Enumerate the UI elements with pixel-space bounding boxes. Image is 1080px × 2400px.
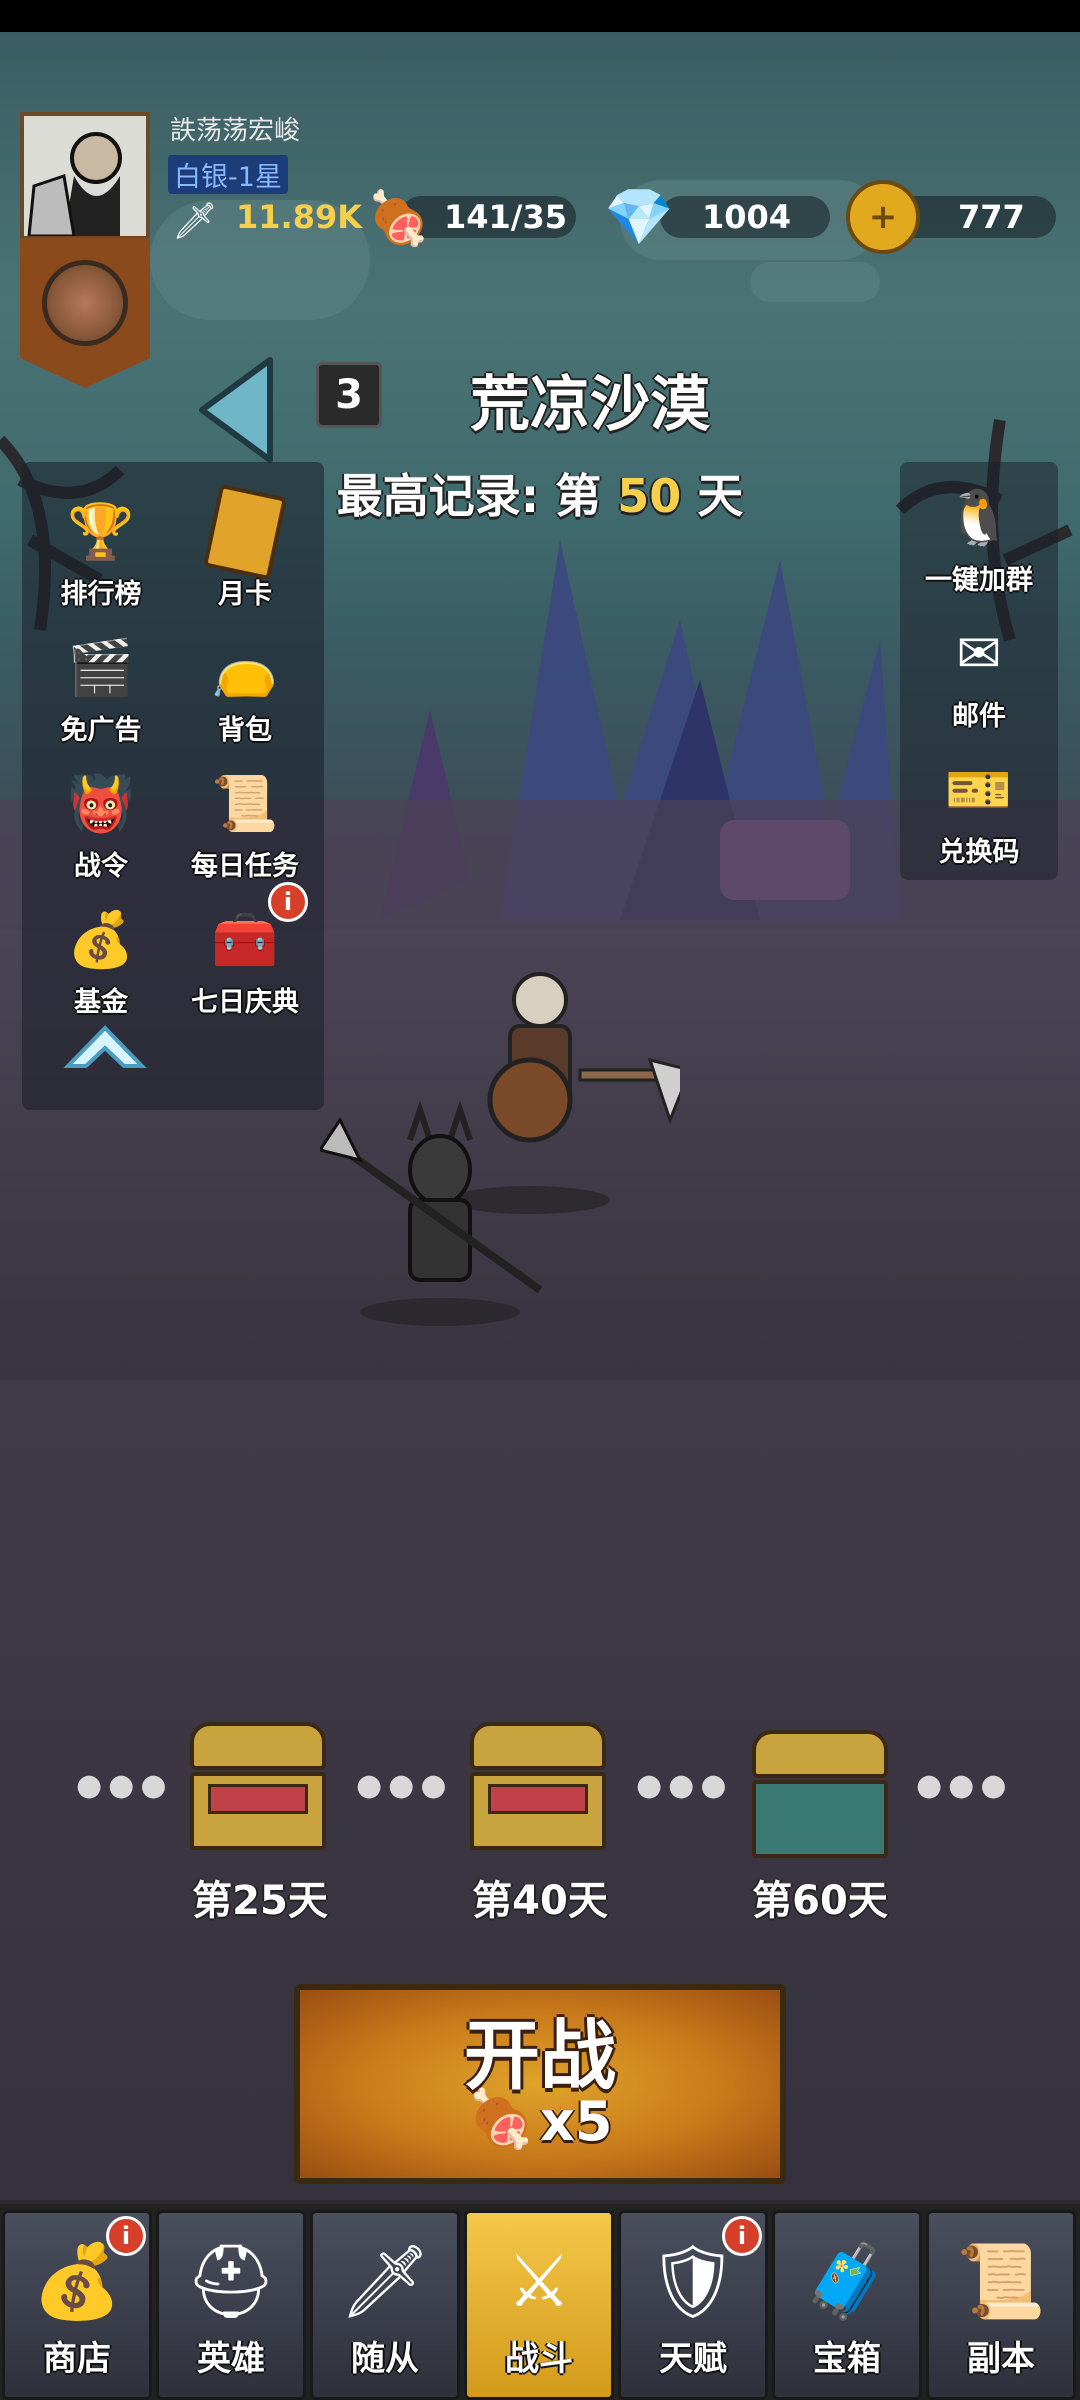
menu-leaderboard[interactable]: 🏆 排行榜 (26, 484, 176, 620)
player-avatar[interactable] (20, 112, 150, 240)
nav-label: 副本 (967, 2339, 1035, 2379)
nav-label: 宝箱 (813, 2339, 881, 2379)
power-value: 11.89K (236, 198, 363, 236)
avatar-portrait (24, 116, 146, 236)
menu-redeem-code[interactable]: 🎫 兑换码 (904, 742, 1054, 878)
gem-plus-icon[interactable]: 💎 (604, 184, 674, 250)
menu-label: 战令 (74, 851, 128, 882)
nav-chest[interactable]: 🧳 宝箱 (772, 2210, 922, 2400)
menu-month-card[interactable]: 月卡 (170, 483, 320, 620)
chest-lid (752, 1730, 888, 1778)
nav-dungeon[interactable]: 📜 副本 (926, 2210, 1076, 2400)
progress-dots: ●●● (636, 1768, 733, 1803)
menu-label: 基金 (74, 987, 128, 1018)
menu-bag[interactable]: 👝 背包 (170, 620, 320, 756)
menu-label: 邮件 (952, 701, 1006, 732)
start-battle-label: 开战 (464, 2011, 616, 2100)
nav-label: 英雄 (197, 2339, 265, 2379)
gem-value: 1004 (702, 198, 792, 236)
trophy-icon: 🏆 (67, 500, 135, 563)
collapse-up-icon[interactable] (62, 1018, 148, 1078)
mail-icon: ✉ (956, 622, 1002, 685)
milestone-chest-60[interactable] (752, 1730, 888, 1860)
status-bar (0, 0, 1080, 32)
milestone-label: 第60天 (752, 1878, 888, 1924)
helmet-icon: ⛑ (185, 2239, 277, 2323)
stage-name: 荒凉沙漠 (470, 370, 710, 440)
gold-coin-plus-icon[interactable]: + (846, 180, 920, 254)
minion-icon: 🗡 (339, 2239, 431, 2323)
menu-battle-pass[interactable]: 👹 战令 (26, 756, 176, 892)
chest-body (190, 1772, 326, 1850)
menu-label: 兑换码 (938, 837, 1020, 868)
gold-value: 777 (958, 198, 1025, 236)
record-prefix: 最高记录: 第 (336, 469, 602, 523)
player-rank: 白银-1星 (168, 155, 288, 194)
penguin-icon: 🐧 (945, 486, 1013, 549)
rank-emblem-icon (42, 260, 128, 346)
nav-hero[interactable]: ⛑ 英雄 (156, 2210, 306, 2400)
scroll-map-icon: 📜 (956, 2239, 1046, 2323)
menu-label: 一键加群 (925, 565, 1033, 596)
sword-icon: 🗡 (172, 201, 218, 242)
menu-no-ads[interactable]: 🎬 免广告 (26, 620, 176, 756)
stamina-value: 141/35 (444, 198, 568, 236)
menu-mail[interactable]: ✉ 邮件 (904, 606, 1054, 742)
menu-label: 七日庆典 (191, 987, 299, 1018)
prev-stage-arrow-icon[interactable] (196, 356, 276, 466)
progress-dots: ●●● (356, 1768, 453, 1803)
record-suffix: 天 (697, 469, 744, 523)
minion-demon-sprite (320, 1100, 543, 1326)
chest-lid (190, 1722, 326, 1770)
chest-open-inner (208, 1784, 308, 1814)
nav-label: 随从 (351, 2339, 419, 2379)
notification-badge: i (268, 882, 308, 922)
stamina-cost: x5 (540, 2090, 613, 2153)
milestone-chest-40[interactable] (470, 1722, 606, 1852)
menu-daily-tasks[interactable]: 📜 每日任务 (170, 756, 320, 892)
nav-battle[interactable]: ⚔ 战斗 (464, 2210, 614, 2400)
stage-number: 3 (316, 362, 382, 428)
progress-dots: ●●● (916, 1768, 1013, 1803)
battle-pass-icon: 👹 (67, 772, 135, 835)
crossed-swords-icon: ⚔ (506, 2239, 572, 2323)
chest-icon: 🧳 (802, 2239, 892, 2323)
nav-minion[interactable]: 🗡 随从 (310, 2210, 460, 2400)
nav-label: 战斗 (505, 2339, 573, 2379)
progress-dots: ●●● (76, 1768, 173, 1803)
menu-label: 排行榜 (60, 579, 142, 610)
meat-plus-icon[interactable]: 🍖 (366, 188, 431, 249)
menu-join-group[interactable]: 🐧 一键加群 (904, 470, 1054, 606)
milestone-label: 第25天 (192, 1878, 328, 1924)
nav-label: 商店 (43, 2339, 111, 2379)
ticket-icon: 🎫 (945, 758, 1013, 821)
notification-badge: i (106, 2216, 146, 2256)
menu-label: 免广告 (60, 715, 142, 746)
milestone-label: 第40天 (472, 1878, 608, 1924)
player-name: 詄荡荡宏峻 (170, 116, 301, 146)
no-ads-icon: 🎬 (67, 636, 135, 699)
milestone-chest-25[interactable] (190, 1722, 326, 1852)
bag-icon: 👝 (211, 636, 279, 699)
record-day: 50 (617, 469, 682, 523)
best-record: 最高记录: 第 50 天 (300, 460, 780, 526)
menu-label: 月卡 (218, 579, 272, 610)
cloud (750, 262, 880, 302)
nav-label: 天赋 (659, 2339, 727, 2379)
chest-open-inner (488, 1784, 588, 1814)
chest-lid (470, 1722, 606, 1770)
notification-badge: i (722, 2216, 762, 2256)
chest-body (470, 1772, 606, 1850)
daily-task-icon: 📜 (211, 772, 279, 835)
menu-label: 每日任务 (191, 851, 299, 882)
fund-icon: 💰 (67, 908, 135, 971)
chest-body (752, 1780, 888, 1858)
menu-label: 背包 (218, 715, 272, 746)
menu-fund[interactable]: 💰 基金 (26, 892, 176, 1028)
month-card-icon (200, 483, 290, 581)
meat-icon: 🍖 (466, 2087, 536, 2152)
